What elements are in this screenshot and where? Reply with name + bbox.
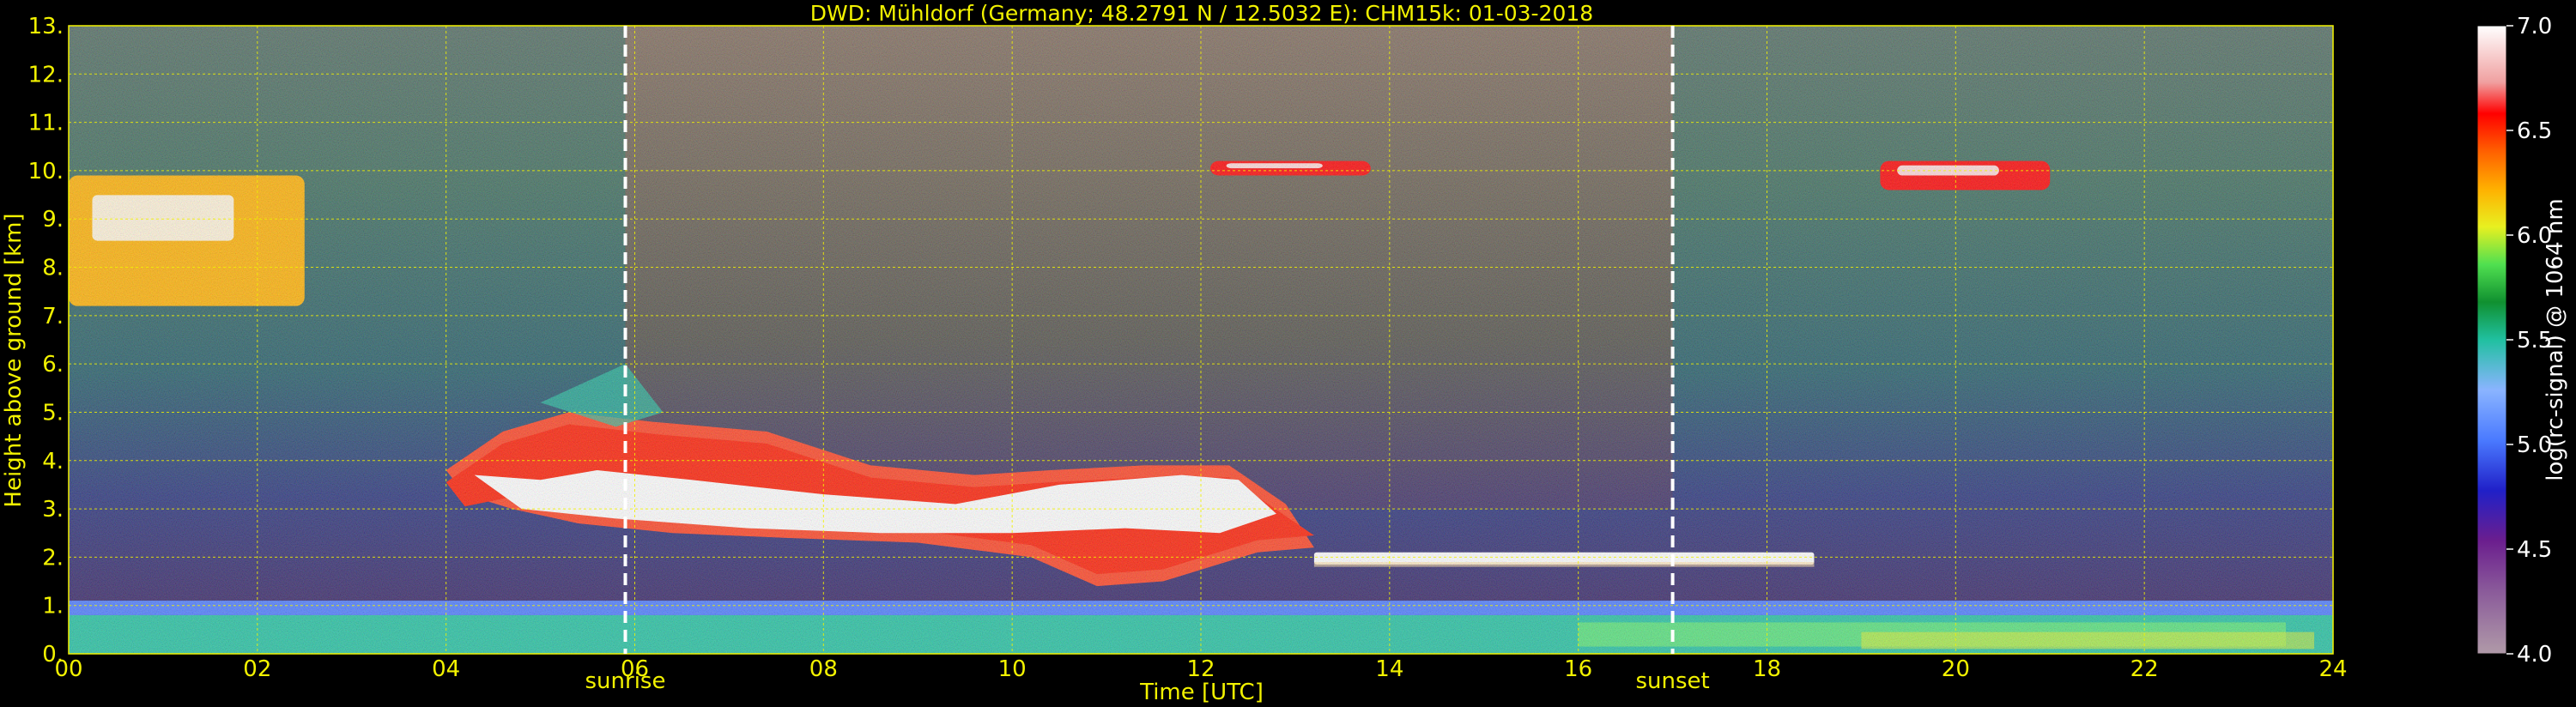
colorbar: log(rc-signal) @ 1064 nm 4.04.55.05.56.0… [2476,14,2568,668]
colorbar-tick-label: 4.0 [2517,642,2552,668]
annotation-label-sunset: sunset [1635,668,1709,694]
annotation-label-sunrise: sunrise [585,668,666,694]
x-tick-label: 04 [432,656,460,682]
colorbar-tick-label: 6.0 [2517,223,2552,249]
colorbar-tick-label: 5.5 [2517,328,2552,354]
colorbar-tick-label: 4.5 [2517,537,2552,563]
colorbar-tick-label: 5.0 [2517,432,2552,458]
y-tick-label: 3. [42,497,64,523]
y-tick-label: 7. [42,304,64,329]
colorbar-tick-label: 6.5 [2517,118,2552,144]
ceilometer-chart: DWD: Mühldorf (Germany; 48.2791 N / 12.5… [1,1,2568,705]
y-tick-label: 13. [28,14,64,39]
x-tick-label: 08 [809,656,838,682]
y-tick-label: 0. [42,642,64,668]
x-tick-label: 24 [2318,656,2347,682]
y-tick-label: 8. [42,256,64,281]
x-tick-label: 10 [998,656,1027,682]
x-axis-label: Time [UTC] [1139,680,1264,705]
x-tick-label: 14 [1375,656,1403,682]
colorbar-tick-label: 7.0 [2517,14,2552,39]
y-tick-label: 5. [42,400,64,426]
y-tick-label: 9. [42,207,64,233]
x-tick-label: 18 [1753,656,1781,682]
x-tick-label: 12 [1186,656,1215,682]
x-tick-label: 20 [1942,656,1970,682]
y-tick-label: 6. [42,352,64,378]
y-tick-label: 11. [28,111,64,136]
x-tick-label: 16 [1564,656,1592,682]
colorbar-gradient [2477,26,2506,654]
y-tick-label: 12. [28,62,64,88]
x-tick-label: 02 [243,656,271,682]
y-tick-label: 1. [42,594,64,619]
y-tick-label: 10. [28,159,64,184]
y-axis-label: Height above ground [km] [1,213,27,507]
chart-title: DWD: Mühldorf (Germany; 48.2791 N / 12.5… [810,1,1593,26]
x-tick-label: 22 [2131,656,2159,682]
y-tick-label: 4. [42,449,64,474]
plot-area [68,25,2334,655]
y-tick-label: 2. [42,545,64,571]
